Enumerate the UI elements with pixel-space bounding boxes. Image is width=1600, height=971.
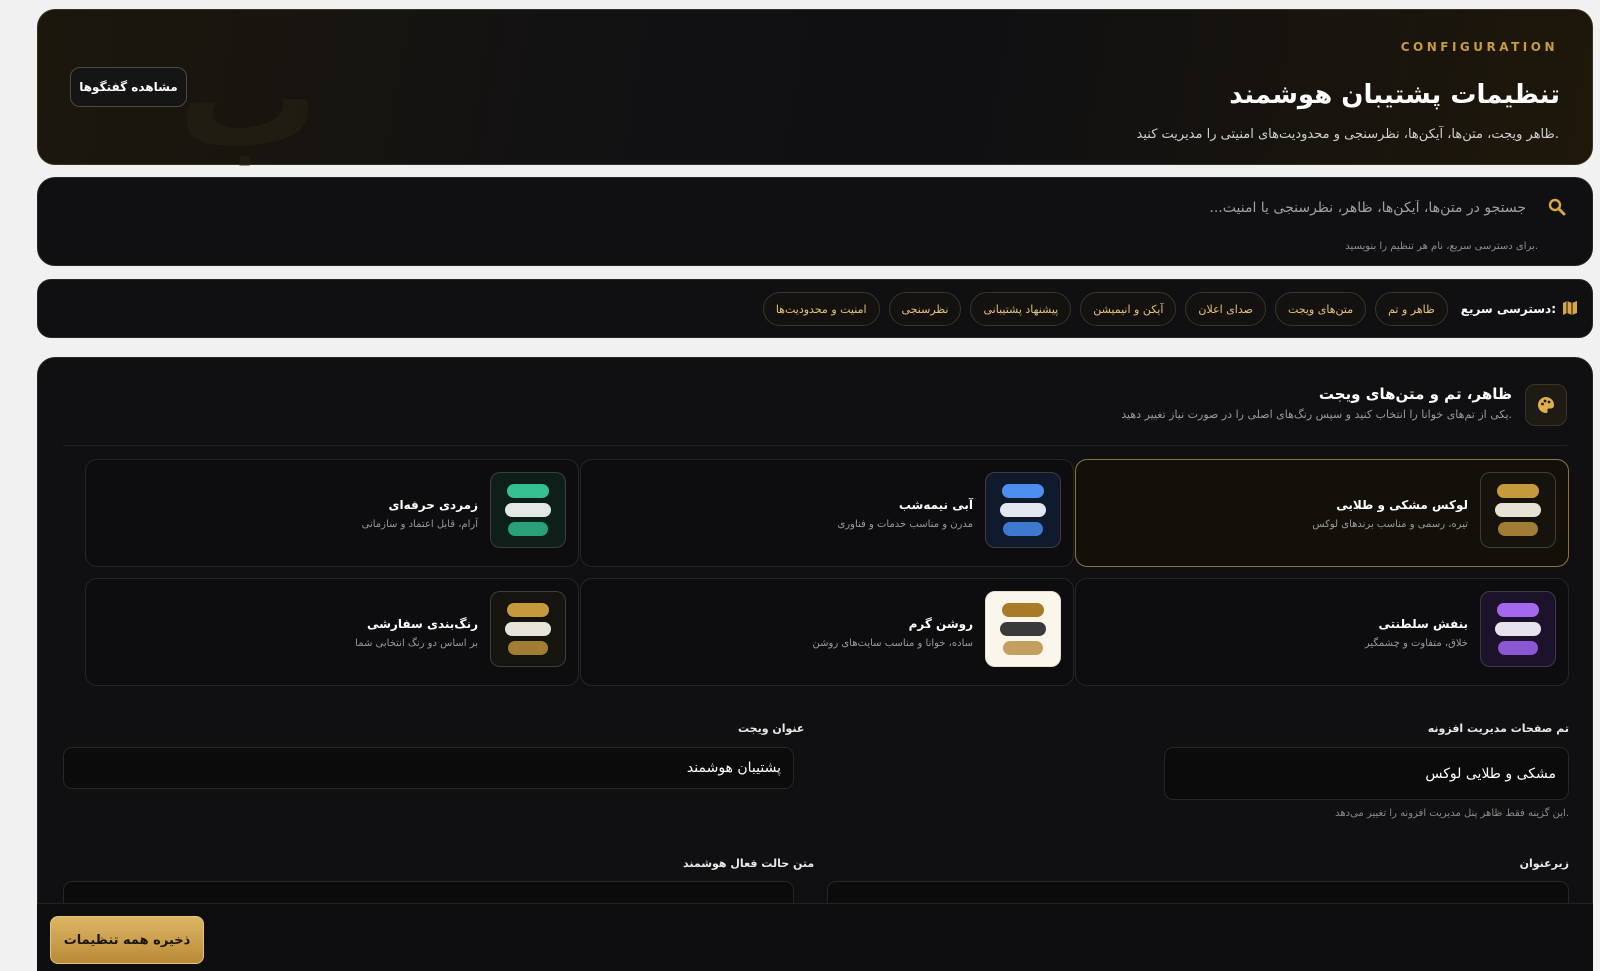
swatch-color-bar (1498, 522, 1538, 536)
theme-pro-emerald-card[interactable]: زمردی حرفه‌ای آرام، قابل اعتماد و سازمانی (85, 459, 579, 567)
theme-royal-purple-card[interactable]: بنفش سلطنتی خلاق، متفاوت و چشمگیر (1075, 578, 1569, 686)
theme-description: مدرن و مناسب خدمات و فناوری (837, 519, 973, 530)
page-header: ب CONFIGURATION تنظیمات پشتیبان هوشمند ظ… (37, 9, 1593, 179)
swatch-color-bar (1003, 641, 1043, 655)
subtitle-label: زیرعنوان (1519, 857, 1569, 870)
admin-theme-select[interactable]: مشکی و طلایی لوکس (1164, 747, 1569, 800)
swatch-color-bar (508, 641, 548, 655)
theme-swatch (490, 591, 566, 667)
quick-link-notification-sound[interactable]: صدای اعلان (1185, 292, 1266, 326)
swatch-color-bar (1497, 484, 1539, 498)
theme-description: خلاق، متفاوت و چشمگیر (1364, 638, 1468, 649)
quick-link-icon-animation[interactable]: آیکن و انیمیشن (1080, 292, 1177, 326)
theme-name: زمردی حرفه‌ای (388, 498, 479, 512)
search-hint: برای دسترسی سریع، نام هر تنظیم را بنویسی… (1345, 241, 1538, 252)
swatch-color-bar (1497, 603, 1539, 617)
theme-name: رنگ‌بندی سفارشی (366, 617, 478, 631)
theme-swatch (490, 472, 566, 548)
section-title: ظاهر، تم و متن‌های ویجت (1318, 385, 1512, 403)
theme-name: بنفش سلطنتی (1378, 617, 1468, 631)
theme-warm-light-card[interactable]: روشن گرم ساده، خوانا و مناسب سایت‌های روش… (580, 578, 1074, 686)
swatch-color-bar (1002, 603, 1044, 617)
widget-title-input[interactable]: پشتیبان هوشمند (63, 747, 794, 789)
theme-description: آرام، قابل اعتماد و سازمانی (361, 519, 478, 530)
quick-link-security-limits[interactable]: امنیت و محدودیت‌ها (762, 292, 880, 326)
swatch-color-bar (1000, 622, 1046, 636)
theme-swatch (1480, 472, 1556, 548)
theme-name: لوکس مشکی و طلایی (1336, 498, 1468, 512)
theme-swatch (1480, 591, 1556, 667)
admin-theme-label: تم صفحات مدیریت افزونه (1427, 722, 1569, 735)
search-icon (1548, 198, 1568, 218)
page-title: تنظیمات پشتیبان هوشمند (1229, 80, 1560, 110)
swatch-color-bar (505, 622, 551, 636)
swatch-color-bar (508, 522, 548, 536)
sticky-save-bar: ذخیره همه تنظیمات (37, 903, 1593, 971)
theme-name: روشن گرم (908, 617, 973, 631)
watermark-glyph: ب (178, 16, 319, 179)
quick-link-widget-texts[interactable]: متن‌های ویجت (1274, 292, 1367, 326)
quick-access-label-group: دسترسی سریع: (1461, 300, 1578, 319)
theme-name: آبی نیمه‌شب (898, 498, 973, 512)
view-conversations-button[interactable]: مشاهده گفتگوها (70, 67, 187, 107)
admin-theme-help: این گزینه فقط ظاهر پنل مدیریت افزونه را … (1335, 808, 1569, 819)
swatch-color-bar (1002, 484, 1044, 498)
settings-search-input[interactable] (526, 196, 1526, 220)
theme-midnight-blue-card[interactable]: آبی نیمه‌شب مدرن و مناسب خدمات و فناوری (580, 459, 1074, 567)
theme-description: بر اساس دو رنگ انتخابی شما (355, 638, 478, 649)
map-icon (1562, 300, 1578, 319)
theme-description: ساده، خوانا و مناسب سایت‌های روشن (812, 638, 973, 649)
section-divider (63, 445, 1567, 446)
save-all-settings-button[interactable]: ذخیره همه تنظیمات (50, 916, 204, 964)
quick-link-survey[interactable]: نظرسنجی (888, 292, 962, 326)
quick-access-label: دسترسی سریع: (1460, 302, 1556, 316)
appearance-section: ظاهر، تم و متن‌های ویجت یکی از تم‌های خو… (37, 357, 1593, 971)
theme-swatch (985, 591, 1061, 667)
quick-access-bar: دسترسی سریع: ظاهر و تم متن‌های ویجت صدای… (37, 279, 1593, 338)
theme-swatch (985, 472, 1061, 548)
widget-title-label: عنوان ویجت (738, 722, 805, 735)
settings-page: ب CONFIGURATION تنظیمات پشتیبان هوشمند ظ… (0, 0, 1600, 971)
swatch-color-bar (1495, 622, 1541, 636)
theme-description: تیره، رسمی و مناسب برندهای لوکس (1312, 519, 1468, 530)
settings-search-panel: برای دسترسی سریع، نام هر تنظیم را بنویسی… (37, 177, 1593, 266)
swatch-color-bar (1003, 522, 1043, 536)
page-subtitle: ظاهر ویجت، متن‌ها، آیکن‌ها، نظرسنجی و مح… (1136, 127, 1559, 142)
swatch-color-bar (507, 484, 549, 498)
quick-link-appearance[interactable]: ظاهر و تم (1375, 292, 1448, 326)
smart-active-text-label: متن حالت فعال هوشمند (683, 857, 815, 870)
swatch-color-bar (1000, 503, 1046, 517)
eyebrow-label: CONFIGURATION (1400, 40, 1558, 54)
swatch-color-bar (505, 503, 551, 517)
theme-custom-card[interactable]: رنگ‌بندی سفارشی بر اساس دو رنگ انتخابی شم… (85, 578, 579, 686)
quick-link-support-suggestion[interactable]: پیشنهاد پشتیبانی (970, 292, 1072, 326)
swatch-color-bar (1495, 503, 1541, 517)
theme-luxury-black-gold-card[interactable]: لوکس مشکی و طلایی تیره، رسمی و مناسب برند… (1075, 459, 1569, 567)
palette-icon (1525, 384, 1567, 426)
swatch-color-bar (1498, 641, 1538, 655)
section-description: یکی از تم‌های خوانا را انتخاب کنید و سپس… (1121, 408, 1512, 421)
swatch-color-bar (507, 603, 549, 617)
